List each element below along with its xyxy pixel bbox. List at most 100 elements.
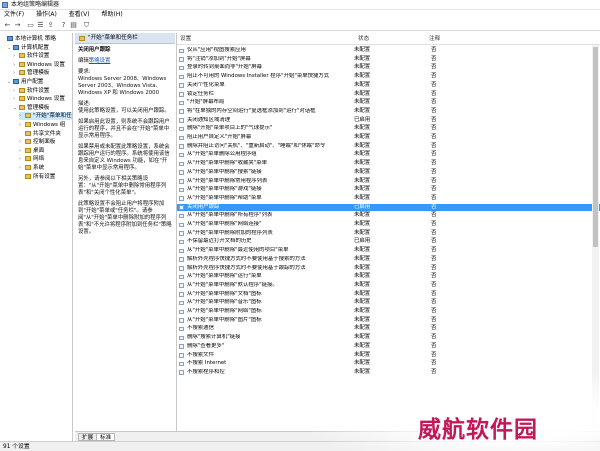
- tree-node[interactable]: › Windows 设置: [13, 95, 72, 103]
- table-row[interactable]: 从"开始"菜单中删除"帮助"菜单 未配置 否: [177, 195, 600, 203]
- table-row[interactable]: "开始"屏幕布局 未配置 否: [177, 99, 600, 107]
- filter-icon[interactable]: ⛉: [82, 21, 91, 29]
- tree-node[interactable]: › 软件设置: [13, 52, 72, 60]
- folder-view-icon[interactable]: ▭: [26, 21, 35, 29]
- tree-node[interactable]: › 网络: [19, 155, 72, 163]
- table-row[interactable]: 从"开始"菜单中删除"所有程序"列表 未配置 否: [177, 212, 600, 220]
- table-row[interactable]: 锁定任务栏 未配置 否: [177, 91, 600, 99]
- tree-node[interactable]: › 控制面板: [19, 138, 72, 146]
- column-comment[interactable]: 注释: [429, 35, 440, 43]
- policy-setting-icon: [179, 74, 184, 80]
- policy-setting-icon: [179, 126, 184, 132]
- tree-node[interactable]: 所有设置: [19, 173, 72, 181]
- setting-state: 未配置: [354, 168, 371, 175]
- app-icon: [2, 2, 8, 8]
- tree-node[interactable]: › 桌面: [19, 147, 72, 155]
- edit-policy-link[interactable]: 策略设置: [89, 58, 111, 64]
- tab-extended[interactable]: 扩展: [78, 433, 98, 441]
- table-row[interactable]: 删除"查看更多" 未配置 否: [177, 343, 600, 351]
- table-row[interactable]: 不搜索文件 未配置 否: [177, 352, 600, 360]
- export-icon[interactable]: ⇪: [46, 21, 55, 29]
- table-row[interactable]: 不搜索 Internet 未配置 否: [177, 360, 600, 368]
- menu-action[interactable]: 操作(A): [36, 10, 57, 19]
- table-row[interactable]: 从"开始"菜单中删除"运行"菜单 未配置 否: [177, 273, 600, 281]
- tree-node[interactable]: › 系统: [19, 164, 72, 172]
- setting-comment: 否: [431, 99, 437, 106]
- table-row[interactable]: 不搜索通信 未配置 否: [177, 325, 600, 333]
- table-row[interactable]: 删除"开始"菜单项目上的"气球提示" 未配置 否: [177, 125, 600, 133]
- setting-comment: 否: [431, 47, 437, 53]
- table-row[interactable]: 从"开始"菜单中删除"默认程序"链接。 未配置 否: [177, 282, 600, 290]
- list-view-icon[interactable]: ☰: [36, 21, 45, 29]
- tree-node[interactable]: › Windows 组: [19, 121, 72, 129]
- back-icon[interactable]: ←: [3, 21, 12, 29]
- computer-icon: [13, 79, 19, 84]
- setting-comment: 否: [431, 203, 437, 210]
- tree-node[interactable]: 共享文件夹: [19, 130, 72, 138]
- forward-icon[interactable]: →: [13, 21, 22, 29]
- scrollbar-thumb[interactable]: [593, 47, 598, 247]
- menu-help[interactable]: 帮助(H): [102, 10, 123, 19]
- table-row[interactable]: 将"注销"添加到"开始"屏幕 未配置 否: [177, 56, 600, 64]
- setting-name: 关闭个性化菜单: [187, 81, 225, 88]
- table-row[interactable]: 从"开始"菜单删除公用程序组 未配置 否: [177, 151, 600, 159]
- table-row[interactable]: 从"开始"菜单中删除"收藏夹"菜单 未配置 否: [177, 160, 600, 168]
- table-row[interactable]: 从"开始"菜单中删除"音乐"图标 未配置 否: [177, 299, 600, 307]
- tab-standard[interactable]: 标准: [96, 433, 116, 441]
- menu-file[interactable]: 文件(F): [4, 10, 24, 19]
- table-row[interactable]: 关闭用户跟踪 已启用 否: [177, 203, 600, 212]
- help-icon[interactable]: ?: [59, 21, 68, 29]
- tree-node[interactable]: 本地计算机 策略: [1, 35, 72, 43]
- table-row[interactable]: 关闭通知区域清理 已启用 否: [177, 117, 600, 125]
- tree-node[interactable]: › 软件设置: [13, 87, 72, 95]
- tree-node[interactable]: › 管理模板: [13, 69, 72, 77]
- folder-icon: [25, 139, 31, 145]
- table-row[interactable]: 从"开始"菜单中删除附加的程序列表 未配置 否: [177, 230, 600, 238]
- setting-name: 从"开始"菜单中删除常用程序列表: [187, 177, 268, 184]
- policy-tree[interactable]: 本地计算机 策略 ⌄ 计算机配置 › 软件设置 › Windows 设置 › 管理模板 ⌄ 用户配置…: [0, 33, 73, 441]
- tree-node[interactable]: ⌄ 用户配置: [7, 78, 72, 86]
- setting-comment: 否: [431, 212, 437, 219]
- policy-setting-icon: [179, 361, 184, 367]
- table-row[interactable]: 从"开始"菜单中删除"最近使用的项目"菜单 未配置 否: [177, 247, 600, 255]
- table-row[interactable]: 从"开始"菜单中删除"网络"图标 未配置 否: [177, 308, 600, 316]
- table-row[interactable]: 从"开始"菜单中删除"图片"图标 未配置 否: [177, 317, 600, 325]
- table-row[interactable]: 删除"搜索计算机"链接 未配置 否: [177, 334, 600, 342]
- column-setting[interactable]: 设置: [180, 35, 191, 43]
- table-row[interactable]: 解析外壳程序快捷方式时不要使用基于跟踪的方法 未配置 否: [177, 265, 600, 273]
- column-state[interactable]: 状态: [358, 35, 369, 43]
- table-row[interactable]: 关闭个性化菜单 未配置 否: [177, 82, 600, 90]
- table-row[interactable]: 阻止用户自定义"开始"屏幕 未配置 否: [177, 134, 600, 142]
- table-row[interactable]: 从"开始"菜单中删除"搜索"链接 未配置 否: [177, 169, 600, 177]
- policy-setting-icon: [179, 326, 184, 332]
- table-row[interactable]: 仅从"应用"视图搜索应用 未配置 否: [177, 47, 600, 55]
- tree-node[interactable]: › "开始"菜单和任: [19, 112, 72, 121]
- table-row[interactable]: 将"在单独的内存空间运行"复选框添加到"运行"对话框 未配置 否: [177, 108, 600, 116]
- table-row[interactable]: 从"开始"菜单中删除"网络连接" 未配置 否: [177, 221, 600, 229]
- policy-setting-icon: [179, 318, 184, 323]
- table-row[interactable]: 从"开始"菜单中删除常用程序列表 未配置 否: [177, 178, 600, 186]
- setting-comment: 否: [431, 90, 437, 97]
- menu-view[interactable]: 查看(V): [69, 10, 90, 19]
- setting-name: 从"开始"菜单中删除"所有程序"列表: [187, 212, 273, 219]
- table-row[interactable]: 不保留最近打开文档的历史 已启用 否: [177, 238, 600, 246]
- tree-node[interactable]: ⌄ 计算机配置: [7, 44, 72, 52]
- table-row[interactable]: 登录时转到桌面而非"开始"屏幕 未配置 否: [177, 64, 600, 72]
- table-row[interactable]: 从"开始"菜单中删除"文档"图标 未配置 否: [177, 291, 600, 299]
- table-row[interactable]: 阻止不可用的 Windows Installer 程序"开始"菜单快捷方式 未配置…: [177, 73, 600, 81]
- description-header-title: "开始"菜单和任务栏: [88, 35, 138, 41]
- setting-state: 未配置: [354, 221, 371, 227]
- tree-node-label: 计算机配置: [21, 44, 49, 51]
- setting-comment: 否: [431, 177, 437, 184]
- table-row[interactable]: 从"开始"菜单中删除"游戏"链接 未配置 否: [177, 186, 600, 194]
- properties-icon[interactable]: ▤: [69, 21, 78, 29]
- setting-state: 未配置: [354, 299, 371, 306]
- tree-node[interactable]: ⌄ 管理模板: [13, 104, 72, 112]
- tree-node[interactable]: › Windows 设置: [13, 61, 72, 69]
- computer-icon: [7, 36, 13, 41]
- table-row[interactable]: 删除并阻止访问"关机"、"重新启动"、"睡眠"和"休眠"命令 未配置 否: [177, 143, 600, 151]
- policy-setting-icon: [179, 187, 184, 193]
- table-row[interactable]: 解析外壳程序快捷方式时不要使用基于搜索的方法 未配置 否: [177, 256, 600, 264]
- tree-node-label: 软件设置: [27, 87, 50, 94]
- tree-node-label: 本地计算机 策略: [15, 36, 56, 42]
